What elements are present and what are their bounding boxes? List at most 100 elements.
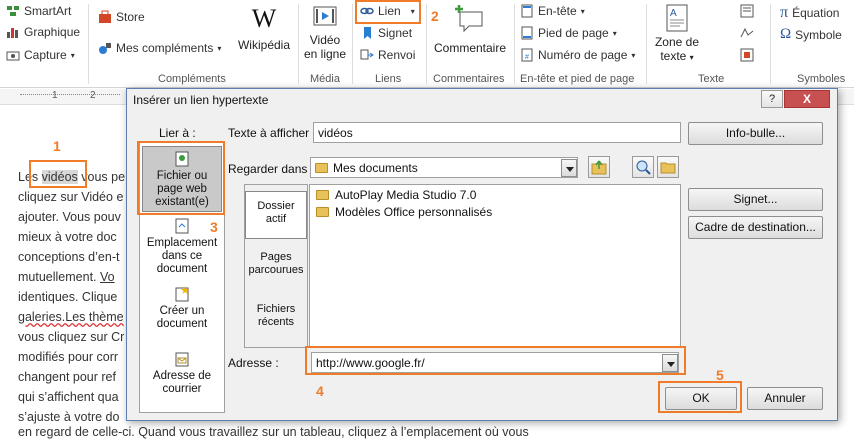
- svg-text:A: A: [670, 8, 677, 19]
- browse-sub-panel: Dossier actif Pages parcourues Fichiers …: [244, 184, 308, 348]
- signature-icon: [740, 27, 754, 38]
- camera-icon: [6, 51, 20, 61]
- footer-icon: [521, 26, 533, 40]
- symbole-button[interactable]: Ω Symbole: [780, 26, 842, 43]
- object-icon: [740, 48, 754, 62]
- screen-tip-button[interactable]: Info-bulle...: [688, 122, 823, 145]
- addins-icon: [99, 43, 111, 54]
- group-label-entete-pied: En-tête et pied de page: [520, 73, 635, 85]
- wikipedia-icon: W: [251, 4, 277, 33]
- smartart-button[interactable]: SmartArt: [6, 4, 71, 18]
- text-extra-icons[interactable]: [712, 4, 762, 68]
- omega-icon: Ω: [780, 26, 792, 42]
- recent-files-tab[interactable]: Fichiers récents: [245, 303, 307, 333]
- look-in-dropdown-button[interactable]: [561, 159, 577, 177]
- doc-line: en regard de celle-ci. Quand vous travai…: [18, 425, 529, 439]
- email-icon: [175, 352, 189, 367]
- doc-line: mutuellement. Vo: [18, 270, 115, 284]
- browsed-pages-tab[interactable]: Pages parcourues: [245, 251, 307, 281]
- annotation-box-4: [305, 346, 686, 375]
- doc-line: changent pour ref: [18, 370, 116, 384]
- store-icon: [99, 10, 111, 23]
- list-item[interactable]: Modèles Office personnalisés: [316, 205, 492, 219]
- pi-icon: π: [780, 4, 789, 21]
- dialog-title: Insérer un lien hypertexte: [133, 93, 269, 107]
- group-label-texte: Texte: [698, 73, 725, 85]
- current-folder-tab[interactable]: Dossier actif: [245, 191, 307, 239]
- file-list[interactable]: AutoPlay Media Studio 7.0 Modèles Office…: [309, 184, 681, 348]
- doc-line: identiques. Clique: [18, 290, 118, 304]
- folder-icon: [316, 190, 329, 200]
- numero-de-page-button[interactable]: # Numéro de page ▾: [520, 48, 635, 62]
- doc-line: ajouter. Vous pouv: [18, 210, 121, 224]
- doc-line: cliquez sur Vidéo e: [18, 190, 124, 204]
- separator: [426, 4, 427, 84]
- ruler-number: 2: [90, 90, 96, 101]
- link-to-label: Lier à :: [159, 126, 196, 140]
- video-en-ligne-button[interactable]: Vidéo en ligne: [302, 4, 348, 61]
- zone-de-texte-button[interactable]: A Zone de texte ▾: [650, 4, 704, 65]
- list-item[interactable]: AutoPlay Media Studio 7.0: [316, 188, 476, 202]
- browse-web-button[interactable]: [632, 156, 654, 178]
- cancel-button[interactable]: Annuler: [747, 387, 823, 410]
- signet-button[interactable]: Signet: [360, 26, 412, 40]
- text-to-display-label: Texte à afficher :: [228, 126, 316, 140]
- entete-button[interactable]: En-tête ▾: [520, 4, 585, 18]
- folder-icon: [315, 163, 328, 173]
- annotation-number-4: 4: [316, 383, 324, 399]
- annotation-box-2: [355, 0, 421, 24]
- document-place-icon: [175, 218, 189, 234]
- doc-line: galeries.Les thème: [18, 310, 124, 324]
- up-folder-icon: [591, 160, 607, 175]
- chevron-down-icon: ▾: [689, 53, 694, 62]
- annotation-box-3: [137, 141, 225, 215]
- capture-button[interactable]: Capture ▾: [6, 48, 75, 62]
- mes-complements-button[interactable]: Mes compléments ▾: [98, 41, 221, 55]
- text-box-icon: A: [666, 4, 688, 32]
- close-button[interactable]: X: [784, 90, 830, 108]
- doc-line: qui s’affichent qua: [18, 390, 119, 404]
- separator: [514, 4, 515, 84]
- quick-parts-icon: [740, 4, 754, 18]
- annotation-box-1: [29, 160, 87, 188]
- bookmark-button[interactable]: Signet...: [688, 188, 823, 211]
- cross-reference-icon: [360, 49, 374, 60]
- graphique-button[interactable]: Graphique: [6, 25, 80, 39]
- look-in-select[interactable]: Mes documents: [310, 157, 578, 178]
- text-to-display-input[interactable]: vidéos: [313, 122, 681, 143]
- browse-file-button[interactable]: [657, 156, 679, 178]
- smartart-icon: [7, 6, 19, 16]
- link-to-create-document[interactable]: Créer un document: [142, 286, 222, 332]
- chart-icon: [7, 28, 18, 38]
- look-in-label: Regarder dans :: [228, 162, 315, 176]
- group-label-commentaires: Commentaires: [433, 73, 505, 85]
- separator: [646, 4, 647, 84]
- link-to-email-address[interactable]: Adresse de courrier: [142, 351, 222, 397]
- ruler-ticks: [20, 94, 120, 100]
- chevron-down-icon: ▾: [580, 6, 585, 16]
- new-comment-icon: [455, 5, 483, 33]
- doc-line: conceptions d’en-t: [18, 250, 120, 264]
- header-icon: [521, 4, 533, 18]
- bookmark-icon: [364, 27, 371, 39]
- renvoi-button[interactable]: Renvoi: [360, 48, 415, 62]
- new-document-icon: [175, 286, 189, 302]
- doc-line: mieux à votre doc: [18, 230, 117, 244]
- doc-line: s’ajuste à votre do: [18, 410, 120, 424]
- store-button[interactable]: Store: [98, 10, 145, 24]
- pied-de-page-button[interactable]: Pied de page ▾: [520, 26, 617, 40]
- wikipedia-button[interactable]: W Wikipédia: [236, 4, 292, 52]
- annotation-number-3: 3: [210, 219, 218, 235]
- annotation-number-5: 5: [716, 367, 724, 383]
- commentaire-button[interactable]: Commentaire: [428, 4, 512, 55]
- open-folder-icon: [660, 162, 676, 174]
- target-frame-button[interactable]: Cadre de destination...: [688, 216, 823, 239]
- equation-button[interactable]: π Équation: [780, 4, 839, 22]
- separator: [298, 4, 299, 84]
- help-button[interactable]: ?: [761, 90, 783, 108]
- group-label-liens: Liens: [375, 73, 402, 85]
- page-number-icon: #: [521, 48, 533, 62]
- annotation-box-5: [658, 381, 742, 413]
- up-folder-button[interactable]: [588, 156, 610, 178]
- separator: [352, 4, 353, 84]
